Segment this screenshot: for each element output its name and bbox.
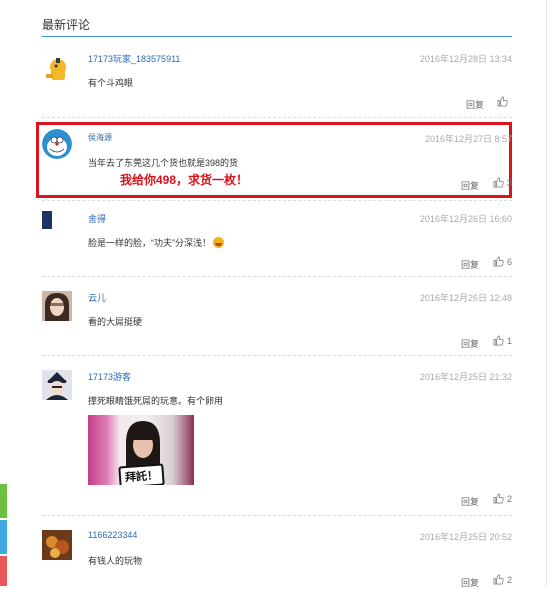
avatar[interactable] xyxy=(42,291,72,321)
comment-username[interactable]: 17173玩家_183575911 xyxy=(88,52,180,65)
thumbs-up-icon xyxy=(493,177,504,188)
thumbs-up-icon xyxy=(493,256,504,267)
reply-button[interactable]: 回复 xyxy=(461,337,479,350)
reply-button[interactable]: 回复 xyxy=(461,179,479,192)
section-title: 最新评论 xyxy=(42,18,91,32)
grin-emoji-icon xyxy=(213,237,224,248)
avatar[interactable] xyxy=(42,211,52,229)
like-count: 2 xyxy=(507,575,513,585)
side-tab-red[interactable] xyxy=(0,556,7,586)
reply-button[interactable]: 回复 xyxy=(461,576,479,589)
reply-button[interactable]: 回复 xyxy=(461,495,479,508)
avatar[interactable] xyxy=(42,54,72,84)
like-count: 3 xyxy=(507,178,513,188)
like-button[interactable]: 1 xyxy=(493,335,512,346)
comment-username[interactable]: 云儿 xyxy=(88,291,106,304)
avatar[interactable] xyxy=(42,129,72,159)
comment-date: 2016年12月25日 20:52 xyxy=(419,532,512,542)
comment-text: 脸是一样的脸，“功夫”分深浅！ xyxy=(88,236,224,249)
meme-image[interactable]: 拜託！ xyxy=(88,415,194,485)
reply-button[interactable]: 回复 xyxy=(466,98,484,111)
avatar[interactable] xyxy=(42,370,72,400)
like-button[interactable]: 3 xyxy=(493,177,512,188)
like-count: 1 xyxy=(507,336,513,346)
comment-date: 2016年12月25日 21:32 xyxy=(419,372,512,382)
comment-username[interactable]: 1166223344 xyxy=(88,530,137,540)
reply-button[interactable]: 回复 xyxy=(461,258,479,271)
like-count: 2 xyxy=(507,494,513,504)
annotation-text: 我给你498，求货一枚！ xyxy=(120,173,249,187)
like-button[interactable]: 6 xyxy=(493,256,512,267)
right-border xyxy=(546,0,547,586)
like-count: 6 xyxy=(507,257,513,267)
like-button[interactable] xyxy=(497,96,511,107)
thumbs-up-icon xyxy=(493,493,504,504)
comment-separator xyxy=(42,117,512,118)
meme-caption: 拜託！ xyxy=(118,463,165,485)
side-tab-green[interactable] xyxy=(0,484,7,518)
comment-separator xyxy=(42,200,512,201)
comment-separator xyxy=(42,276,512,277)
comment-date: 2016年12月28日 13:34 xyxy=(419,54,512,64)
comment-date: 2016年12月26日 12:48 xyxy=(419,293,512,303)
like-button[interactable]: 2 xyxy=(493,493,512,504)
comment-username[interactable]: 侯海源 xyxy=(88,132,112,143)
comment-username[interactable]: 舍得 xyxy=(88,212,106,225)
comment-text: 有钱人的玩物 xyxy=(88,556,143,566)
thumbs-up-icon xyxy=(493,335,504,346)
side-tab-blue[interactable] xyxy=(0,520,7,554)
comment-text: 有个斗鸡眼 xyxy=(88,78,134,88)
comment-separator xyxy=(42,515,512,516)
thumbs-up-icon xyxy=(497,96,508,107)
comment-separator xyxy=(42,355,512,356)
comment-text: 撑死眼睛饿死屌的玩意。有个卵用 xyxy=(88,396,224,406)
like-button[interactable]: 2 xyxy=(493,574,512,585)
avatar[interactable] xyxy=(42,530,72,560)
comment-username[interactable]: 17173游客 xyxy=(88,370,131,383)
comment-text: 看的大屌挺硬 xyxy=(88,317,143,327)
thumbs-up-icon xyxy=(493,574,504,585)
comment-date: 2016年12月27日 8:57 xyxy=(424,134,512,144)
title-divider xyxy=(42,36,512,37)
comment-text: 当年去了东莞这几个货也就是398的货 xyxy=(88,158,239,168)
comment-date: 2016年12月26日 16:60 xyxy=(419,214,512,224)
